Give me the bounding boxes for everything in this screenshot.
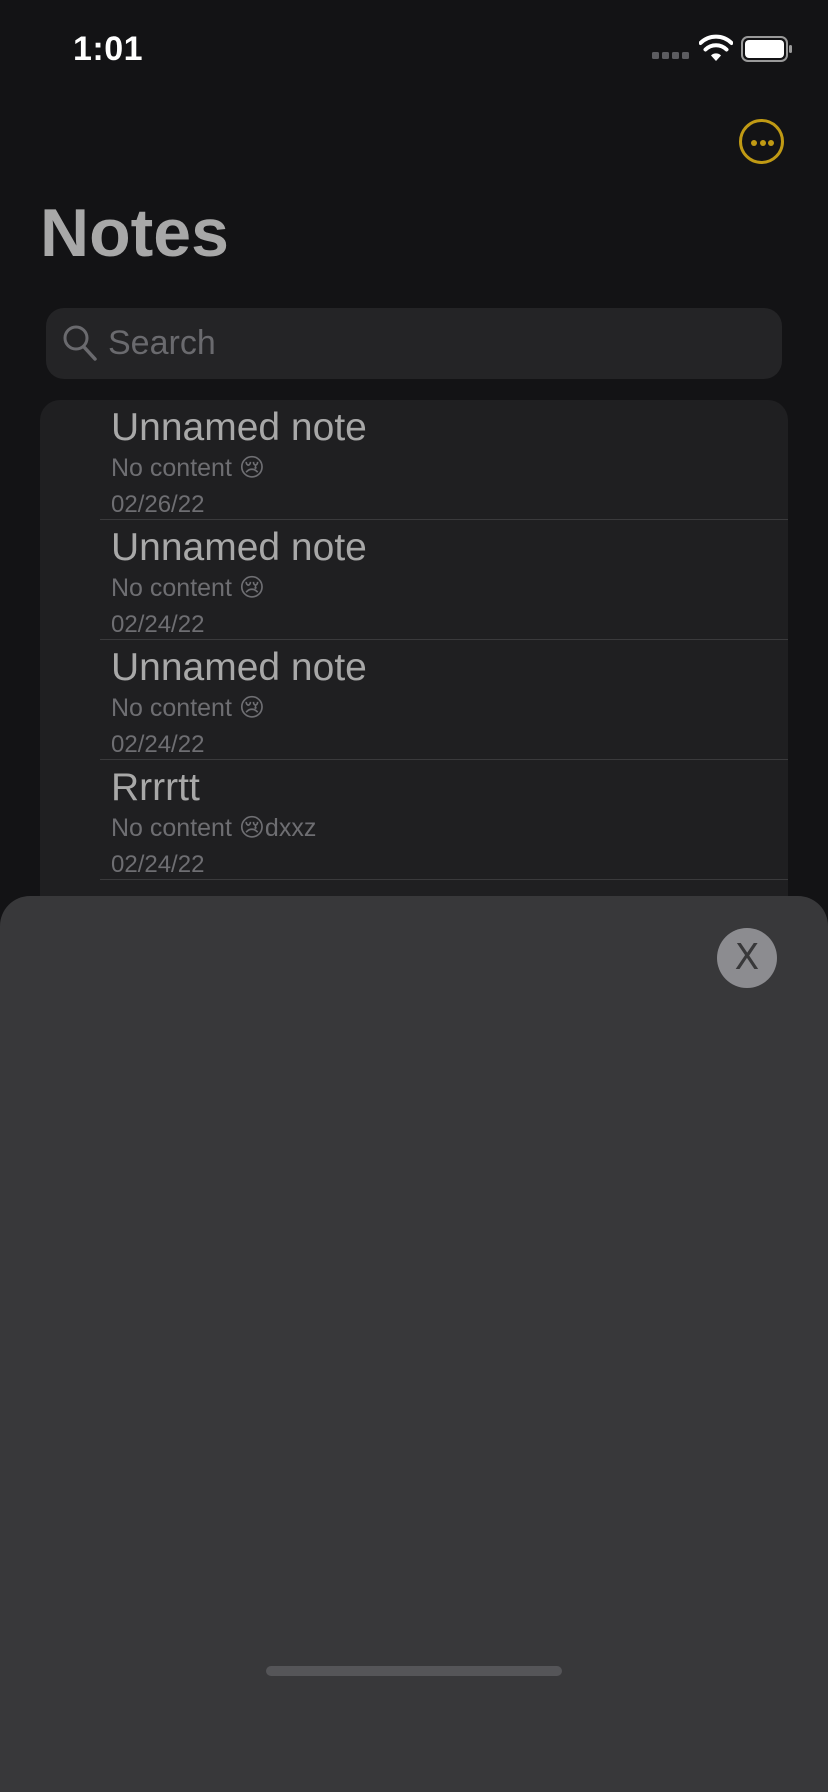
note-preview: No content 😢: [111, 694, 265, 722]
wifi-icon: [699, 34, 733, 61]
home-indicator[interactable]: [266, 1666, 562, 1676]
search-icon: [63, 325, 97, 361]
note-title: Unnamed note: [111, 406, 367, 449]
search-bar[interactable]: [46, 308, 782, 379]
bottom-sheet: X: [0, 896, 828, 1792]
list-item[interactable]: Rrrrtt No content 😢dxxz 02/24/22: [40, 760, 788, 880]
more-options-button[interactable]: [739, 119, 784, 164]
search-input[interactable]: [108, 308, 758, 379]
ellipsis-dot: [751, 140, 757, 146]
battery-icon: [741, 36, 792, 62]
note-date: 02/26/22: [111, 491, 205, 518]
status-time: 1:01: [73, 30, 144, 68]
note-date: 02/24/22: [111, 611, 205, 638]
note-title: Unnamed note: [111, 646, 367, 689]
notes-screen: 1:01 Notes Unnamed note No c: [0, 0, 828, 1792]
note-title: Unnamed note: [111, 526, 367, 569]
ellipsis-dot: [768, 140, 774, 146]
note-preview: No content 😢dxxz: [111, 814, 317, 842]
divider: [100, 879, 788, 880]
cellular-signal-icon: [652, 52, 692, 62]
ellipsis-dot: [759, 140, 766, 146]
list-item[interactable]: Unnamed note No content 😢 02/26/22: [40, 400, 788, 520]
note-preview: No content 😢: [111, 454, 265, 482]
note-title: Rrrrtt: [111, 766, 200, 809]
list-item[interactable]: Unnamed note No content 😢 02/24/22: [40, 640, 788, 760]
close-button[interactable]: X: [717, 928, 777, 988]
note-preview: No content 😢: [111, 574, 265, 602]
note-date: 02/24/22: [111, 731, 205, 758]
page-title: Notes: [40, 195, 229, 271]
status-bar: 1:01: [0, 0, 828, 100]
notes-list: Unnamed note No content 😢 02/26/22 Unnam…: [40, 400, 788, 920]
list-item[interactable]: Unnamed note No content 😢 02/24/22: [40, 520, 788, 640]
note-date: 02/24/22: [111, 851, 205, 878]
